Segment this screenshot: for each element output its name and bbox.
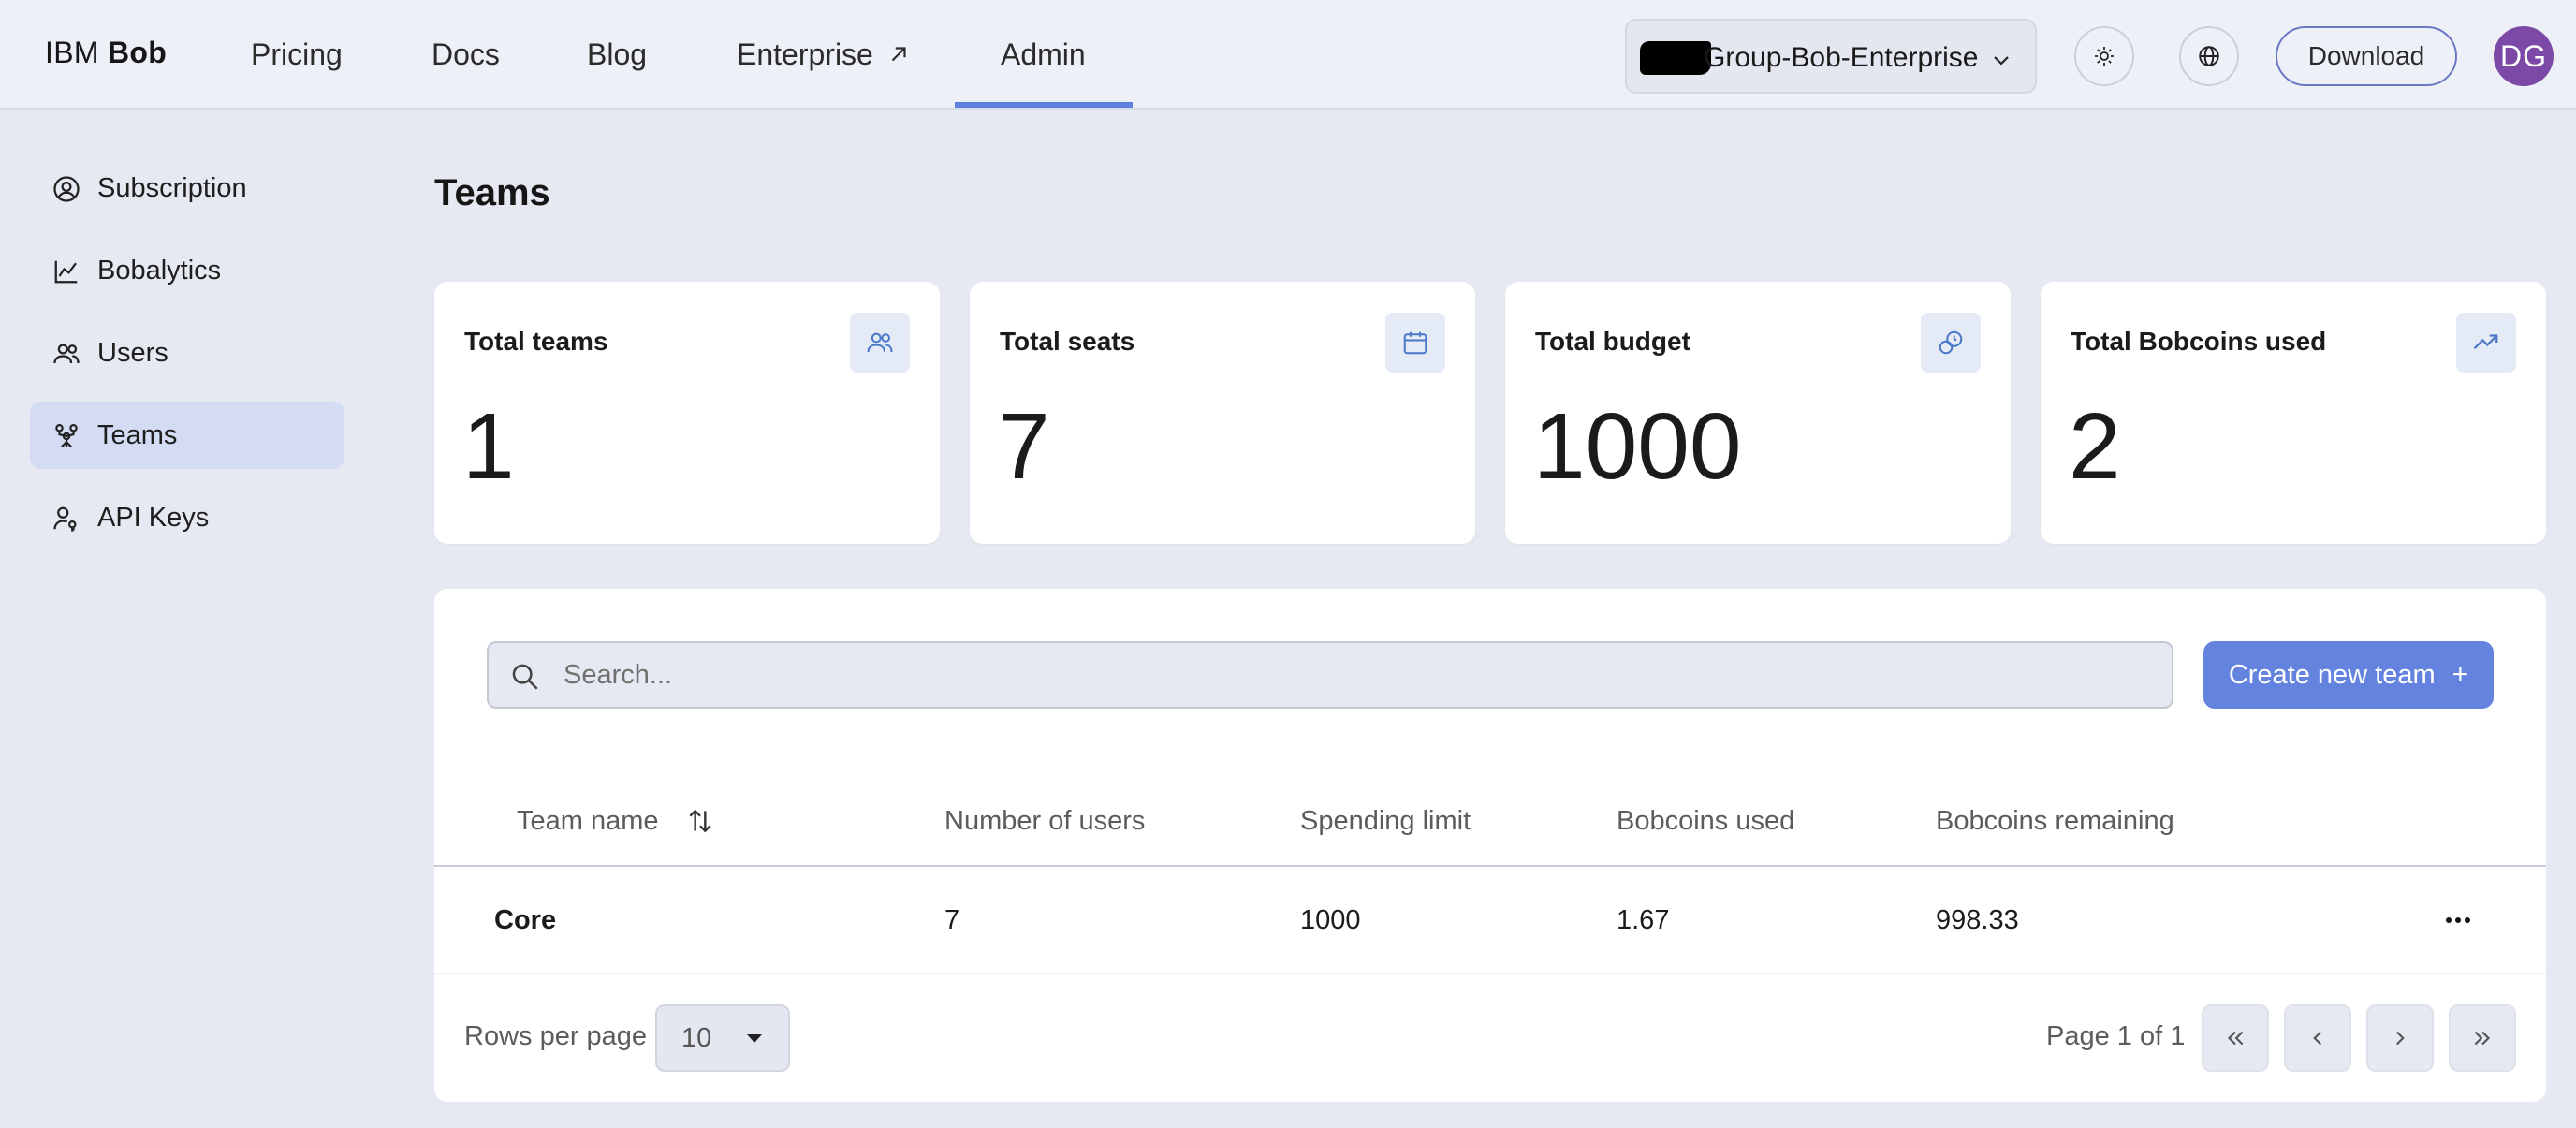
stat-value: 1000 [1533, 394, 1742, 499]
stat-title: Total seats [1000, 327, 1135, 356]
nav-admin[interactable]: Admin [1001, 37, 1086, 72]
cell-bobcoins-used: 1.67 [1617, 905, 1670, 935]
search-icon [512, 664, 538, 690]
user-key-icon [53, 506, 77, 532]
users-icon [53, 344, 80, 364]
table-header-divider [434, 865, 2546, 867]
teams-icon [55, 424, 78, 448]
org-selector[interactable]: Group-Bob-Enterprise [1625, 19, 2037, 94]
chevron-left-icon [2313, 1031, 2322, 1046]
chart-line-icon [54, 260, 78, 284]
brand-prefix: IBM [45, 36, 99, 69]
brand-logo[interactable]: IBM Bob [45, 36, 167, 70]
nav-pricing[interactable]: Pricing [251, 37, 343, 72]
cell-spending-limit: 1000 [1300, 905, 1361, 935]
column-header-spending-limit: Spending limit [1300, 806, 1471, 836]
coins-icon [1921, 313, 1981, 373]
sidebar-item-subscription[interactable]: Subscription [30, 154, 344, 222]
sun-icon [2095, 47, 2114, 66]
avatar[interactable]: DG [2494, 26, 2554, 86]
rows-per-page-label: Rows per page [464, 1021, 648, 1051]
column-header-bobcoins-remaining: Bobcoins remaining [1936, 806, 2174, 836]
teams-table-card: Create new team + Team name Number of us… [434, 589, 2546, 1102]
nav-enterprise-label: Enterprise [737, 37, 873, 71]
stat-value: 7 [998, 394, 1050, 499]
last-page-button[interactable] [2449, 1004, 2516, 1072]
cell-bobcoins-remaining: 998.33 [1936, 905, 2019, 935]
first-page-button[interactable] [2202, 1004, 2269, 1072]
user-circle-icon [53, 176, 80, 202]
top-header: IBM Bob Pricing Docs Blog Enterprise Adm… [0, 0, 2576, 110]
sort-icon[interactable] [685, 806, 715, 836]
stat-card-total-seats: Total seats 7 [970, 282, 1475, 544]
sidebar-item-label: API Keys [97, 503, 210, 533]
caret-down-icon [747, 1034, 762, 1043]
chevron-down-icon [1994, 56, 2009, 66]
trending-up-icon [2456, 313, 2516, 373]
cell-team-name: Core [494, 905, 557, 935]
sidebar-item-label: Users [97, 338, 168, 368]
sidebar-item-label: Teams [97, 420, 178, 450]
external-link-icon [891, 47, 906, 62]
nav-enterprise[interactable]: Enterprise [737, 37, 911, 72]
stat-card-total-bobcoins-used: Total Bobcoins used 2 [2041, 282, 2546, 544]
sidebar-item-users[interactable]: Users [30, 319, 344, 387]
download-button[interactable]: Download [2276, 26, 2457, 86]
chevrons-left-icon [2227, 1031, 2244, 1046]
sidebar-item-bobalytics[interactable]: Bobalytics [30, 237, 344, 304]
search-input[interactable] [564, 654, 2155, 696]
plus-icon: + [2452, 659, 2469, 690]
globe-icon [2199, 46, 2219, 66]
stat-card-total-budget: Total budget 1000 [1505, 282, 2011, 544]
stat-title: Total budget [1535, 327, 1690, 356]
chevrons-right-icon [2474, 1031, 2491, 1046]
search-box[interactable] [487, 641, 2174, 709]
sidebar-item-label: Subscription [97, 173, 247, 203]
create-new-team-label: Create new team [2228, 659, 2436, 690]
row-divider [434, 973, 2546, 974]
nav-blog[interactable]: Blog [587, 37, 647, 72]
org-selector-label: Group-Bob-Enterprise [1704, 42, 1979, 73]
brand-name: Bob [108, 36, 168, 69]
page-indicator: Page 1 of 1 [2046, 1021, 2186, 1051]
sidebar-item-teams[interactable]: Teams [30, 402, 344, 469]
column-header-number-of-users: Number of users [944, 806, 1146, 836]
language-button[interactable] [2179, 26, 2239, 86]
previous-page-button[interactable] [2284, 1004, 2351, 1072]
column-header-bobcoins-used: Bobcoins used [1617, 806, 1795, 836]
stat-title: Total teams [464, 327, 608, 356]
stat-value: 2 [2069, 394, 2121, 499]
next-page-button[interactable] [2366, 1004, 2434, 1072]
stat-card-total-teams: Total teams 1 [434, 282, 940, 544]
column-header-team-name[interactable]: Team name [517, 806, 659, 837]
stat-title: Total Bobcoins used [2071, 327, 2327, 356]
cell-number-of-users: 7 [944, 905, 960, 935]
stat-value: 1 [462, 394, 515, 499]
nav-active-indicator [955, 102, 1133, 108]
sidebar-item-api-keys[interactable]: API Keys [30, 484, 344, 551]
chevron-right-icon [2395, 1031, 2405, 1046]
nav-docs[interactable]: Docs [432, 37, 500, 72]
create-new-team-button[interactable]: Create new team + [2203, 641, 2494, 709]
page-title: Teams [434, 172, 550, 213]
theme-toggle-button[interactable] [2074, 26, 2134, 86]
users-icon [850, 313, 910, 373]
rows-per-page-select[interactable]: 10 [655, 1004, 790, 1072]
sidebar-item-label: Bobalytics [97, 256, 222, 286]
rows-per-page-value: 10 [681, 1023, 712, 1053]
redacted-block [1640, 41, 1711, 75]
calendar-icon [1385, 313, 1445, 373]
more-options-icon[interactable] [2443, 913, 2473, 928]
